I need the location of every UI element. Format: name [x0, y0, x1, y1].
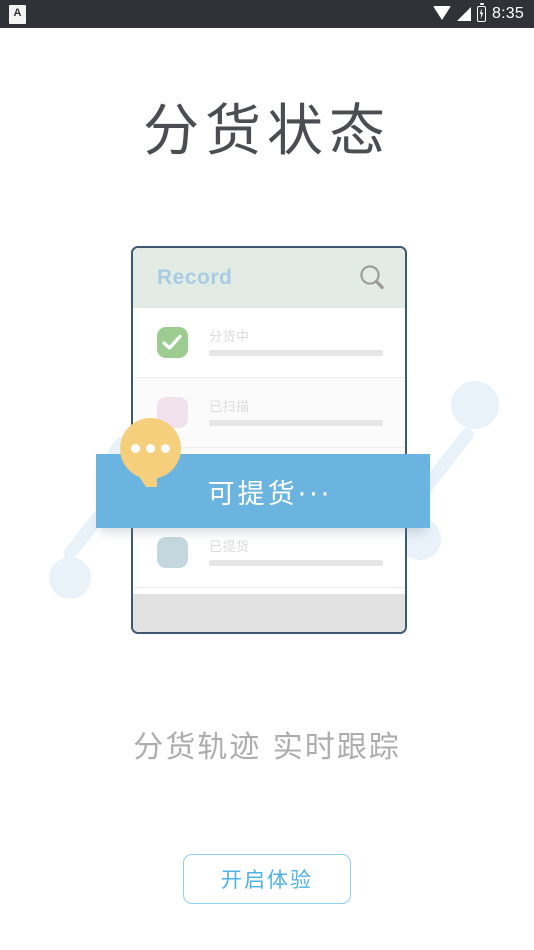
- app-badge-icon: A: [9, 4, 26, 24]
- record-row-content: 已提货: [209, 540, 383, 566]
- page-title: 分货状态: [143, 99, 391, 164]
- record-row-label: 分货中: [209, 328, 250, 344]
- chat-dot: [146, 444, 155, 453]
- decoration-dot: [451, 381, 499, 429]
- record-row-label: 已扫描: [209, 398, 250, 414]
- status-bar-indicators: 8:35: [433, 3, 524, 23]
- record-row-placeholder-line: [209, 559, 383, 566]
- start-experience-button[interactable]: 开启体验: [183, 854, 351, 904]
- search-icon[interactable]: [357, 263, 387, 293]
- record-row-picked-up[interactable]: 已提货: [133, 518, 405, 588]
- battery-charging-icon: [477, 3, 487, 22]
- record-card-title: Record: [157, 266, 233, 289]
- chat-dots-icon: [120, 418, 181, 487]
- illustration: Record 分货中 已扫描 已提货 可提货···: [0, 240, 534, 640]
- page-subtitle: 分货轨迹 实时跟踪: [133, 730, 401, 765]
- checkbox-unchecked-icon[interactable]: [157, 537, 188, 568]
- status-bar-clock: 8:35: [492, 5, 524, 22]
- record-row-label: 已提货: [209, 538, 250, 554]
- chat-dot: [131, 444, 140, 453]
- checkbox-checked-icon[interactable]: [157, 327, 188, 358]
- record-row-placeholder-line: [209, 419, 383, 426]
- record-card-footer: [133, 594, 405, 632]
- record-row-placeholder-line: [209, 349, 383, 356]
- record-row-distributing[interactable]: 分货中: [133, 308, 405, 378]
- record-card-header: Record: [133, 248, 405, 308]
- start-experience-label: 开启体验: [221, 868, 313, 892]
- record-row-content: 分货中: [209, 330, 383, 356]
- record-row-content: 已扫描: [209, 400, 383, 426]
- app-badge-letter: A: [13, 6, 22, 19]
- wifi-icon: [433, 6, 452, 20]
- status-banner-text: 可提货···: [207, 478, 333, 510]
- status-bar: A 8:35: [0, 0, 534, 28]
- cellular-signal-icon: [457, 7, 472, 21]
- chat-dot: [161, 444, 170, 453]
- decoration-dot: [49, 557, 91, 599]
